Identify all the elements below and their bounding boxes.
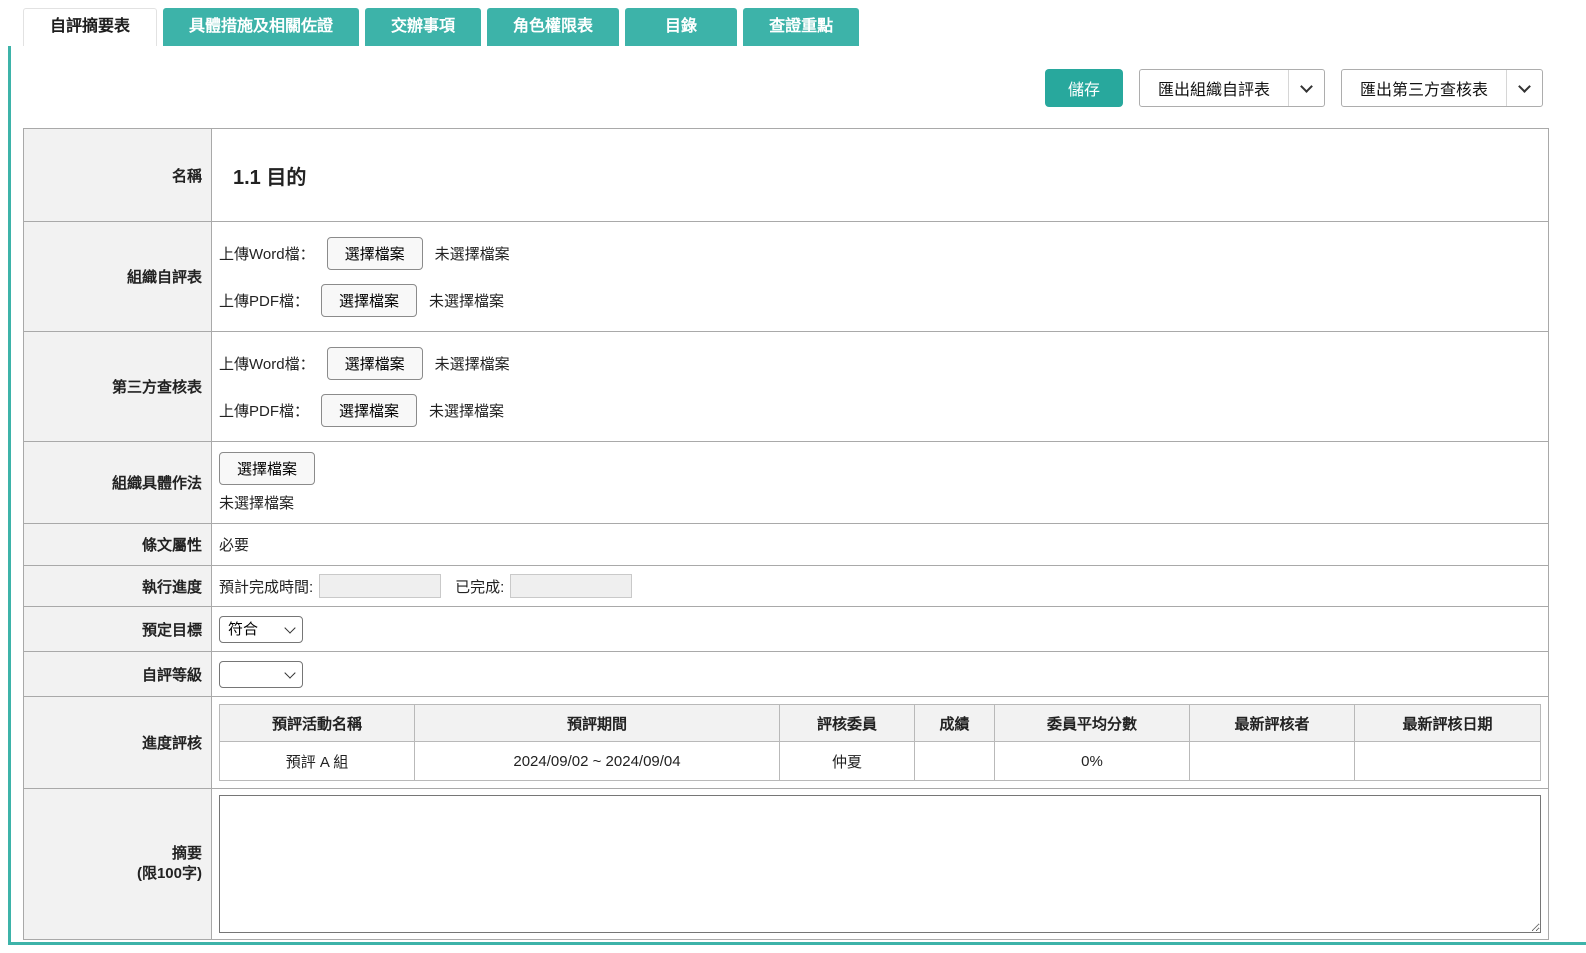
summary-label: 摘要 [33, 844, 202, 864]
review-header-cell: 評核委員 [780, 705, 915, 742]
progress-review-table: 預評活動名稱 預評期間 評核委員 成績 委員平均分數 最新評核者 最新評核日期 [219, 704, 1541, 781]
review-header-cell: 最新評核者 [1190, 705, 1355, 742]
no-file-text: 未選擇檔案 [219, 492, 294, 513]
review-cell [915, 742, 995, 781]
upload-pdf-label: 上傳PDF檔： [219, 400, 309, 421]
review-row: 預評 A 組 2024/09/02 ~ 2024/09/04 仲夏 0% [220, 742, 1541, 781]
field-label-name: 名稱 [24, 129, 212, 222]
tab-verification-points[interactable]: 查證重點 [743, 8, 859, 46]
tab-role-permissions[interactable]: 角色權限表 [487, 8, 619, 46]
export-org-self-eval-button[interactable]: 匯出組織自評表 [1139, 69, 1325, 107]
clause-attribute-value: 必要 [219, 537, 249, 554]
self-grade-select[interactable] [219, 661, 303, 688]
field-label-execution-progress: 執行進度 [24, 566, 212, 607]
field-label-summary: 摘要 (限100字) [24, 789, 212, 940]
export-org-self-eval-label: 匯出組織自評表 [1140, 70, 1288, 106]
review-cell [1190, 742, 1355, 781]
summary-limit-label: (限100字) [33, 864, 202, 884]
tab-panel: 儲存 匯出組織自評表 匯出第三方查核表 名稱 1.1 目的 組織自評表 [8, 46, 1586, 945]
field-label-clause-attribute: 條文屬性 [24, 524, 212, 566]
choose-file-button-third-pdf[interactable]: 選擇檔案 [321, 394, 417, 427]
tab-measures-evidence[interactable]: 具體措施及相關佐證 [163, 8, 359, 46]
save-button[interactable]: 儲存 [1045, 69, 1123, 107]
no-file-text: 未選擇檔案 [435, 353, 510, 374]
review-cell [1355, 742, 1541, 781]
review-cell: 預評 A 組 [220, 742, 415, 781]
expected-completion-label: 預計完成時間: [219, 576, 313, 597]
completed-input[interactable] [510, 574, 632, 598]
row-third-party-check: 第三方查核表 上傳Word檔： 選擇檔案 未選擇檔案 上傳PDF檔： 選擇檔案 … [24, 332, 1549, 442]
row-self-grade: 自評等級 [24, 652, 1549, 697]
summary-textarea[interactable] [219, 795, 1541, 933]
tab-bar: 自評摘要表 具體措施及相關佐證 交辦事項 角色權限表 目錄 查證重點 [23, 8, 1586, 46]
self-grade-select-wrap [219, 661, 303, 688]
upload-word-label: 上傳Word檔： [219, 353, 315, 374]
choose-file-button-org-word[interactable]: 選擇檔案 [327, 237, 423, 270]
review-cell: 2024/09/02 ~ 2024/09/04 [415, 742, 780, 781]
field-label-third-party: 第三方查核表 [24, 332, 212, 442]
chevron-down-icon[interactable] [1288, 70, 1324, 106]
choose-file-button-practice[interactable]: 選擇檔案 [219, 452, 315, 485]
row-progress-review: 進度評核 預評活動名稱 預評期間 評核委員 成績 [24, 697, 1549, 789]
review-header-row: 預評活動名稱 預評期間 評核委員 成績 委員平均分數 最新評核者 最新評核日期 [220, 705, 1541, 742]
row-clause-attribute: 條文屬性 必要 [24, 524, 1549, 566]
export-third-party-label: 匯出第三方查核表 [1342, 70, 1506, 106]
chevron-down-icon[interactable] [1506, 70, 1542, 106]
review-header-cell: 預評期間 [415, 705, 780, 742]
completed-label: 已完成: [455, 576, 504, 597]
row-execution-progress: 執行進度 預計完成時間: 已完成: [24, 566, 1549, 607]
row-org-practice: 組織具體作法 選擇檔案 未選擇檔案 [24, 442, 1549, 524]
row-name: 名稱 1.1 目的 [24, 129, 1549, 222]
tab-assigned-matters[interactable]: 交辦事項 [365, 8, 481, 46]
field-label-progress-review: 進度評核 [24, 697, 212, 789]
no-file-text: 未選擇檔案 [435, 243, 510, 264]
review-header-cell: 最新評核日期 [1355, 705, 1541, 742]
field-label-self-grade: 自評等級 [24, 652, 212, 697]
no-file-text: 未選擇檔案 [429, 400, 504, 421]
upload-pdf-label: 上傳PDF檔： [219, 290, 309, 311]
choose-file-button-third-word[interactable]: 選擇檔案 [327, 347, 423, 380]
review-header-cell: 委員平均分數 [995, 705, 1190, 742]
review-header-cell: 預評活動名稱 [220, 705, 415, 742]
field-label-org-practice: 組織具體作法 [24, 442, 212, 524]
export-third-party-button[interactable]: 匯出第三方查核表 [1341, 69, 1543, 107]
page: 自評摘要表 具體措施及相關佐證 交辦事項 角色權限表 目錄 查證重點 儲存 匯出… [0, 0, 1586, 953]
upload-word-label: 上傳Word檔： [219, 243, 315, 264]
expected-completion-input[interactable] [319, 574, 441, 598]
row-summary: 摘要 (限100字) [24, 789, 1549, 940]
review-cell: 0% [995, 742, 1190, 781]
tab-self-eval-summary[interactable]: 自評摘要表 [23, 8, 157, 46]
review-header-cell: 成績 [915, 705, 995, 742]
toolbar: 儲存 匯出組織自評表 匯出第三方查核表 [11, 46, 1586, 128]
field-label-target-goal: 預定目標 [24, 607, 212, 652]
review-cell: 仲夏 [780, 742, 915, 781]
target-goal-select[interactable]: 符合 [219, 616, 303, 643]
row-target-goal: 預定目標 符合 [24, 607, 1549, 652]
no-file-text: 未選擇檔案 [429, 290, 504, 311]
field-label-org-self-eval: 組織自評表 [24, 222, 212, 332]
item-title: 1.1 目的 [219, 161, 1541, 190]
row-org-self-eval: 組織自評表 上傳Word檔： 選擇檔案 未選擇檔案 上傳PDF檔： 選擇檔案 未… [24, 222, 1549, 332]
target-goal-select-wrap: 符合 [219, 616, 303, 643]
detail-form-table: 名稱 1.1 目的 組織自評表 上傳Word檔： 選擇檔案 未選擇檔案 上傳PD… [23, 128, 1549, 940]
tab-directory[interactable]: 目錄 [625, 8, 737, 46]
choose-file-button-org-pdf[interactable]: 選擇檔案 [321, 284, 417, 317]
